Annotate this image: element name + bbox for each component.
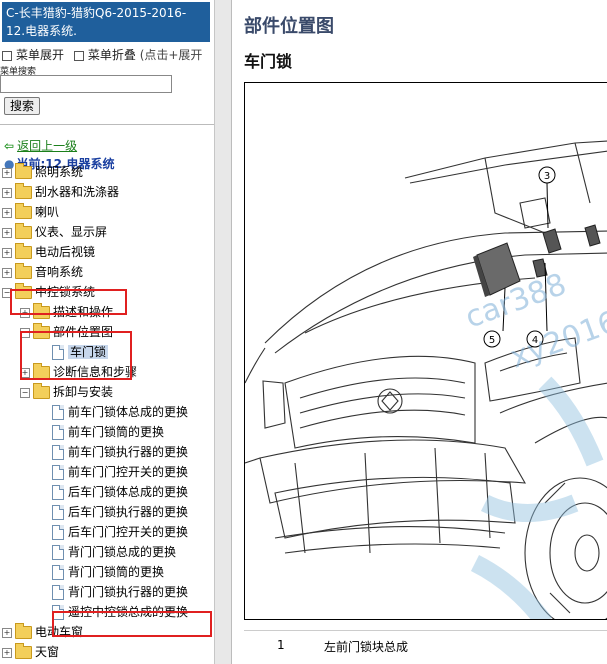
- highlight-box-component-location: [20, 331, 132, 380]
- vehicle-diagram: 3 5 4 car388 xy2016: [244, 82, 607, 620]
- expand-node-icon[interactable]: +: [2, 627, 12, 638]
- document-icon: [52, 585, 64, 600]
- back-arrow-icon: ⇦: [4, 139, 15, 153]
- manual-title: C-长丰猎豹-猎豹Q6-2015-2016- 12.电器系统.: [2, 2, 210, 42]
- highlight-box-central-lock: [10, 289, 127, 315]
- tree-item-label[interactable]: 后车门锁体总成的更换: [68, 485, 188, 499]
- tree-item-label[interactable]: 后车门锁执行器的更换: [68, 505, 188, 519]
- search-input[interactable]: [0, 75, 172, 93]
- folder-icon: [15, 243, 32, 259]
- tree-item-label[interactable]: 前车门锁筒的更换: [68, 425, 164, 439]
- tree-item[interactable]: 前车门门控开关的更换: [52, 462, 188, 482]
- tree-item-label[interactable]: 前车门锁体总成的更换: [68, 405, 188, 419]
- expand-icon[interactable]: [2, 50, 12, 61]
- expand-node-icon[interactable]: +: [2, 167, 12, 178]
- tree-item-label[interactable]: 前车门锁执行器的更换: [68, 445, 188, 459]
- svg-text:3: 3: [544, 171, 550, 182]
- tree-item[interactable]: + 音响系统: [2, 262, 83, 282]
- callout-5: 5: [483, 330, 501, 348]
- tree-item[interactable]: 后车门锁执行器的更换: [52, 502, 188, 522]
- section-title: 车门锁: [244, 52, 293, 71]
- collapse-icon[interactable]: [73, 50, 84, 61]
- tree-item-label[interactable]: 照明系统: [35, 165, 83, 179]
- document-icon: [52, 445, 64, 460]
- tree-item-label[interactable]: 背门门锁总成的更换: [68, 545, 176, 559]
- document-icon: [52, 545, 64, 560]
- legend-number: 1: [277, 638, 285, 652]
- page-title: 部件位置图: [244, 16, 334, 37]
- folder-icon: [15, 203, 32, 219]
- tree-item-label[interactable]: 后车门门控开关的更换: [68, 525, 188, 539]
- expand-node-icon[interactable]: +: [2, 187, 12, 198]
- tree-item[interactable]: + 电动后视镜: [2, 242, 95, 262]
- back-link-label[interactable]: 返回上一级: [17, 139, 77, 153]
- menu-collapse-link[interactable]: 菜单折叠: [88, 48, 136, 62]
- folder-icon: [15, 263, 32, 279]
- tree-item[interactable]: 背门门锁执行器的更换: [52, 582, 188, 602]
- document-icon: [52, 485, 64, 500]
- highlight-box-remote-lock: [52, 611, 212, 637]
- tree-item[interactable]: 背门门锁筒的更换: [52, 562, 164, 582]
- folder-icon: [33, 383, 50, 399]
- legend-divider: [244, 630, 607, 631]
- tree-item[interactable]: + 刮水器和洗涤器: [2, 182, 119, 202]
- divider-line: [0, 124, 214, 125]
- expand-node-icon[interactable]: +: [2, 227, 12, 238]
- content-pane: 部件位置图 车门锁 3 5 4 car388 xy2016 1 左前门锁块总成: [232, 0, 607, 664]
- tree-item-label[interactable]: 刮水器和洗涤器: [35, 185, 119, 199]
- expand-node-icon[interactable]: +: [2, 207, 12, 218]
- document-icon: [52, 425, 64, 440]
- tree-item[interactable]: 后车门门控开关的更换: [52, 522, 188, 542]
- search-button[interactable]: 搜索: [4, 97, 40, 115]
- tree-item[interactable]: + 喇叭: [2, 202, 59, 222]
- collapse-node-icon[interactable]: −: [20, 387, 30, 398]
- tree-item[interactable]: + 照明系统: [2, 162, 83, 182]
- watermark-strokes: [470, 376, 604, 619]
- tree-item[interactable]: 前车门锁执行器的更换: [52, 442, 188, 462]
- expand-node-icon[interactable]: +: [2, 647, 12, 658]
- back-link[interactable]: ⇦ 返回上一级: [4, 137, 77, 154]
- tree-item-label[interactable]: 喇叭: [35, 205, 59, 219]
- tree-item[interactable]: 前车门锁体总成的更换: [52, 402, 188, 422]
- tree-item-label[interactable]: 背门门锁执行器的更换: [68, 585, 188, 599]
- document-icon: [52, 505, 64, 520]
- menu-hint: (点击+展开: [139, 48, 203, 62]
- tree-item-label[interactable]: 前车门门控开关的更换: [68, 465, 188, 479]
- document-icon: [52, 405, 64, 420]
- vehicle-drawing: 3 5 4 car388 xy2016: [245, 140, 607, 619]
- folder-icon: [15, 183, 32, 199]
- tree-item-label[interactable]: 背门门锁筒的更换: [68, 565, 164, 579]
- tree-item[interactable]: 后车门锁体总成的更换: [52, 482, 188, 502]
- navigation-pane: C-长丰猎豹-猎豹Q6-2015-2016- 12.电器系统. 菜单展开 菜单折…: [0, 0, 214, 664]
- expand-node-icon[interactable]: +: [2, 267, 12, 278]
- tree-item[interactable]: 前车门锁筒的更换: [52, 422, 164, 442]
- folder-icon: [15, 623, 32, 639]
- tree-item[interactable]: 背门门锁总成的更换: [52, 542, 176, 562]
- callout-3: 3: [538, 166, 556, 184]
- legend-text: 左前门锁块总成: [324, 640, 409, 654]
- document-icon: [52, 525, 64, 540]
- tree-item[interactable]: + 仪表、显示屏: [2, 222, 107, 242]
- tree-item-label[interactable]: 仪表、显示屏: [35, 225, 107, 239]
- svg-text:5: 5: [489, 335, 495, 346]
- pane-splitter[interactable]: [214, 0, 232, 664]
- tree-item-label[interactable]: 天窗: [35, 645, 59, 659]
- tree-item-label[interactable]: 电动后视镜: [35, 245, 95, 259]
- menu-expand-link[interactable]: 菜单展开: [16, 48, 64, 62]
- expand-node-icon[interactable]: +: [2, 247, 12, 258]
- folder-icon: [15, 643, 32, 659]
- folder-icon: [15, 223, 32, 239]
- tree-item[interactable]: − 拆卸与安装: [20, 382, 113, 402]
- tree-item-label[interactable]: 音响系统: [35, 265, 83, 279]
- tree-item-label[interactable]: 拆卸与安装: [53, 385, 113, 399]
- menu-controls: 菜单展开 菜单折叠 (点击+展开: [2, 46, 202, 63]
- document-icon: [52, 565, 64, 580]
- document-icon: [52, 465, 64, 480]
- folder-icon: [15, 163, 32, 179]
- tree-item[interactable]: + 天窗: [2, 642, 59, 662]
